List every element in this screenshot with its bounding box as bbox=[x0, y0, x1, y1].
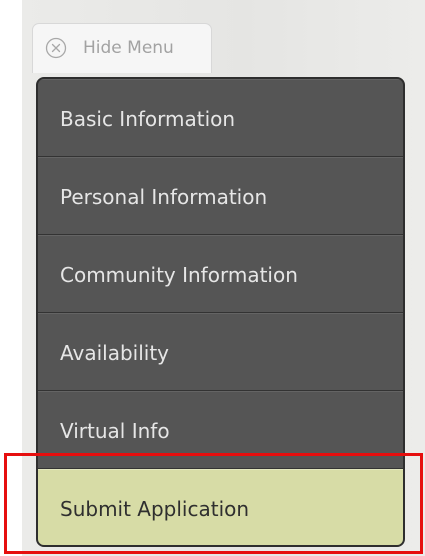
close-icon bbox=[45, 37, 67, 59]
menu-item-submit-application[interactable]: Submit Application bbox=[38, 469, 403, 545]
menu-item-label: Community Information bbox=[60, 263, 298, 287]
menu-item-label: Virtual Info bbox=[60, 419, 170, 443]
menu-item-community-information[interactable]: Community Information bbox=[38, 235, 403, 313]
menu-item-label: Availability bbox=[60, 341, 170, 365]
menu-item-virtual-info[interactable]: Virtual Info bbox=[38, 391, 403, 469]
application-menu: Basic Information Personal Information C… bbox=[36, 77, 405, 547]
menu-item-basic-information[interactable]: Basic Information bbox=[38, 79, 403, 157]
left-margin bbox=[0, 0, 22, 556]
menu-item-label: Personal Information bbox=[60, 185, 268, 209]
hide-menu-label: Hide Menu bbox=[83, 38, 174, 58]
menu-item-personal-information[interactable]: Personal Information bbox=[38, 157, 403, 235]
menu-item-label: Basic Information bbox=[60, 107, 236, 131]
menu-item-label: Submit Application bbox=[60, 497, 250, 521]
hide-menu-button[interactable]: Hide Menu bbox=[32, 23, 212, 73]
menu-item-availability[interactable]: Availability bbox=[38, 313, 403, 391]
